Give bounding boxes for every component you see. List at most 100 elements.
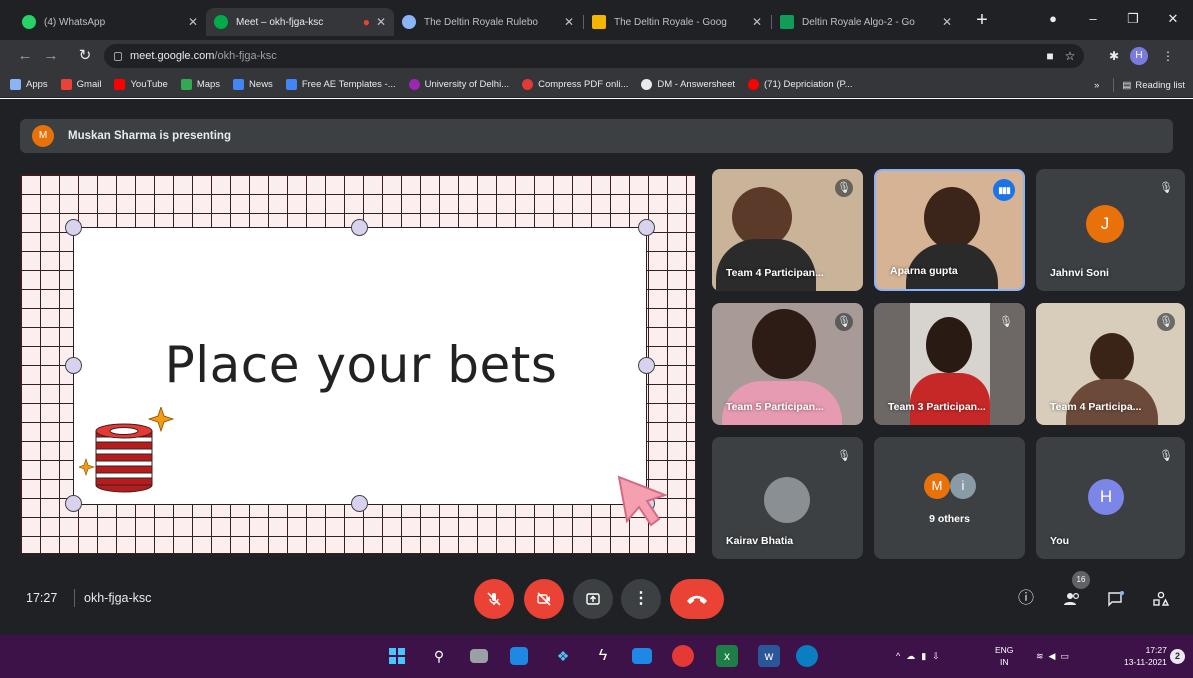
lock-icon [114,51,122,61]
bookmark-apps[interactable]: Apps [10,79,48,90]
forward-button[interactable]: → [40,44,62,68]
lightning-icon[interactable]: ϟ [592,645,614,667]
reading-list-button[interactable]: Reading list [1135,80,1185,91]
system-tray-icons[interactable]: ^☁▮⇩ [896,635,946,678]
maximize-button[interactable]: ❐ [1113,8,1153,30]
network-volume-battery-icons[interactable]: ≋◀▭ [1036,635,1074,678]
address-bar[interactable]: meet.google.com/okh-fjga-ksc [104,44,1084,68]
mic-off-icon: 🎙 [1157,313,1175,331]
others-tile[interactable]: M i 9 others [874,437,1025,559]
tab-search-icon[interactable]: ● [1033,8,1073,30]
start-icon[interactable] [386,645,408,667]
gmail-icon [60,79,72,90]
meeting-details-icon[interactable]: ⓘ [1014,587,1038,611]
participant-avatar: i [950,473,976,499]
presentation-slide[interactable]: Place your bets [20,174,696,554]
participant-video [924,187,980,249]
more-options-button[interactable]: ⋮ [621,579,661,619]
participant-name: Team 3 Participan... [888,401,986,413]
participant-name: Kairav Bhatia [726,535,794,547]
mic-off-icon: 🎙 [837,450,851,462]
mic-off-icon: 🎙 [1159,450,1173,462]
bookmark-maps[interactable]: Maps [180,79,220,90]
extensions-icon[interactable]: ✱ [1104,44,1124,68]
bookmark-depreciation[interactable]: (71) Depriciation (P... [748,79,853,90]
resize-handle [638,219,655,236]
star-icon[interactable]: ☆ [1060,44,1080,68]
close-icon[interactable]: ✕ [188,15,198,29]
language-indicator[interactable]: ENG IN [995,644,1013,668]
participant-tile[interactable]: 🎙 Team 4 Participan... [712,169,863,291]
resize-handle [351,219,368,236]
tab-slides[interactable]: The Deltin Royale - Goog ✕ [584,8,770,36]
reload-button[interactable]: ↻ [74,44,96,68]
dropbox-icon[interactable]: ❖ [552,645,574,667]
close-icon[interactable]: ✕ [376,15,386,29]
self-tile[interactable]: H 🎙 You [1036,437,1185,559]
participant-tile[interactable]: 🎙 Team 5 Participan... [712,303,863,425]
menu-icon[interactable]: ⋮ [1158,44,1178,68]
close-icon[interactable]: ✕ [564,15,574,29]
bookmark-compress-pdf[interactable]: Compress PDF onli... [522,79,628,90]
poker-chips-icon [79,407,175,493]
mic-off-icon: 🎙 [835,179,853,197]
slide-title: Place your bets [164,336,558,394]
participant-tile[interactable]: 🎙 Kairav Bhatia [712,437,863,559]
profile-avatar[interactable]: H [1130,47,1148,65]
globe-icon [641,79,653,90]
tab-whatsapp[interactable]: (4) WhatsApp ✕ [14,8,206,36]
participant-tile[interactable]: 🎙 Team 4 Participa... [1036,303,1185,425]
university-icon [408,79,420,90]
search-icon[interactable]: ⚲ [428,645,450,667]
task-view-icon[interactable] [470,649,488,663]
tab-meet[interactable]: Meet – okh-fjga-ksc ● ✕ [206,8,394,36]
back-button[interactable]: ← [14,44,36,68]
windows-taskbar: ⚲ ❖ ϟ x w ^☁▮⇩ ENG IN ≋◀▭ 17:27 13-11-20… [0,635,1193,678]
new-tab-button[interactable]: + [970,8,994,32]
taskbar-clock[interactable]: 17:27 13-11-2021 [1124,644,1167,668]
camera-toggle-button[interactable] [524,579,564,619]
participant-tile[interactable]: J 🎙 Jahnvi Soni [1036,169,1185,291]
bookmark-news[interactable]: News [233,79,273,90]
close-icon[interactable]: ✕ [942,15,952,29]
url-path: /okh-fjga-ksc [214,50,277,62]
participant-name: Aparna gupta [890,265,958,277]
tab-rulebook[interactable]: The Deltin Royale Rulebo ✕ [394,8,582,36]
people-icon[interactable] [1060,587,1084,611]
bookmark-youtube[interactable]: YouTube [114,79,168,90]
others-count: 9 others [929,513,970,525]
globe-icon [402,15,416,29]
participant-video [1090,333,1134,383]
participant-name: Team 5 Participan... [726,401,824,413]
notification-badge[interactable]: 2 [1170,649,1185,664]
mail-icon[interactable] [632,648,652,664]
bookmark-dm-answersheet[interactable]: DM - Answersheet [641,79,735,90]
meeting-time: 17:27 [26,591,58,605]
camera-icon[interactable]: ■ [1040,44,1060,68]
excel-icon[interactable]: x [716,645,738,667]
bookmark-free-ae-templates[interactable]: Free AE Templates -... [285,79,396,90]
mic-toggle-button[interactable] [474,579,514,619]
participant-video [926,317,972,373]
bookmark-gmail[interactable]: Gmail [60,79,101,90]
camera-off-icon [537,592,551,606]
speaking-indicator-icon: ▮▮▮ [993,179,1015,201]
present-now-button[interactable] [573,579,613,619]
close-window-button[interactable]: ✕ [1153,8,1193,30]
meet-icon [214,15,228,29]
chat-icon[interactable] [1104,587,1128,611]
tab-sheets[interactable]: Deltin Royale Algo-2 - Go ✕ [772,8,960,36]
widgets-icon[interactable] [510,647,528,665]
apps-grid-icon [10,79,21,90]
minimize-button[interactable]: – [1073,8,1113,30]
edge-icon[interactable] [796,645,818,667]
chrome-icon[interactable] [672,645,694,667]
leave-call-button[interactable] [670,579,724,619]
activities-icon[interactable] [1149,587,1173,611]
word-icon[interactable]: w [758,645,780,667]
participant-tile[interactable]: 🎙 Team 3 Participan... [874,303,1025,425]
close-icon[interactable]: ✕ [752,15,762,29]
bookmark-university-delhi[interactable]: University of Delhi... [408,79,509,90]
participant-tile-speaking[interactable]: ▮▮▮ Aparna gupta [874,169,1025,291]
chevron-right-icon[interactable]: » [1094,80,1099,91]
